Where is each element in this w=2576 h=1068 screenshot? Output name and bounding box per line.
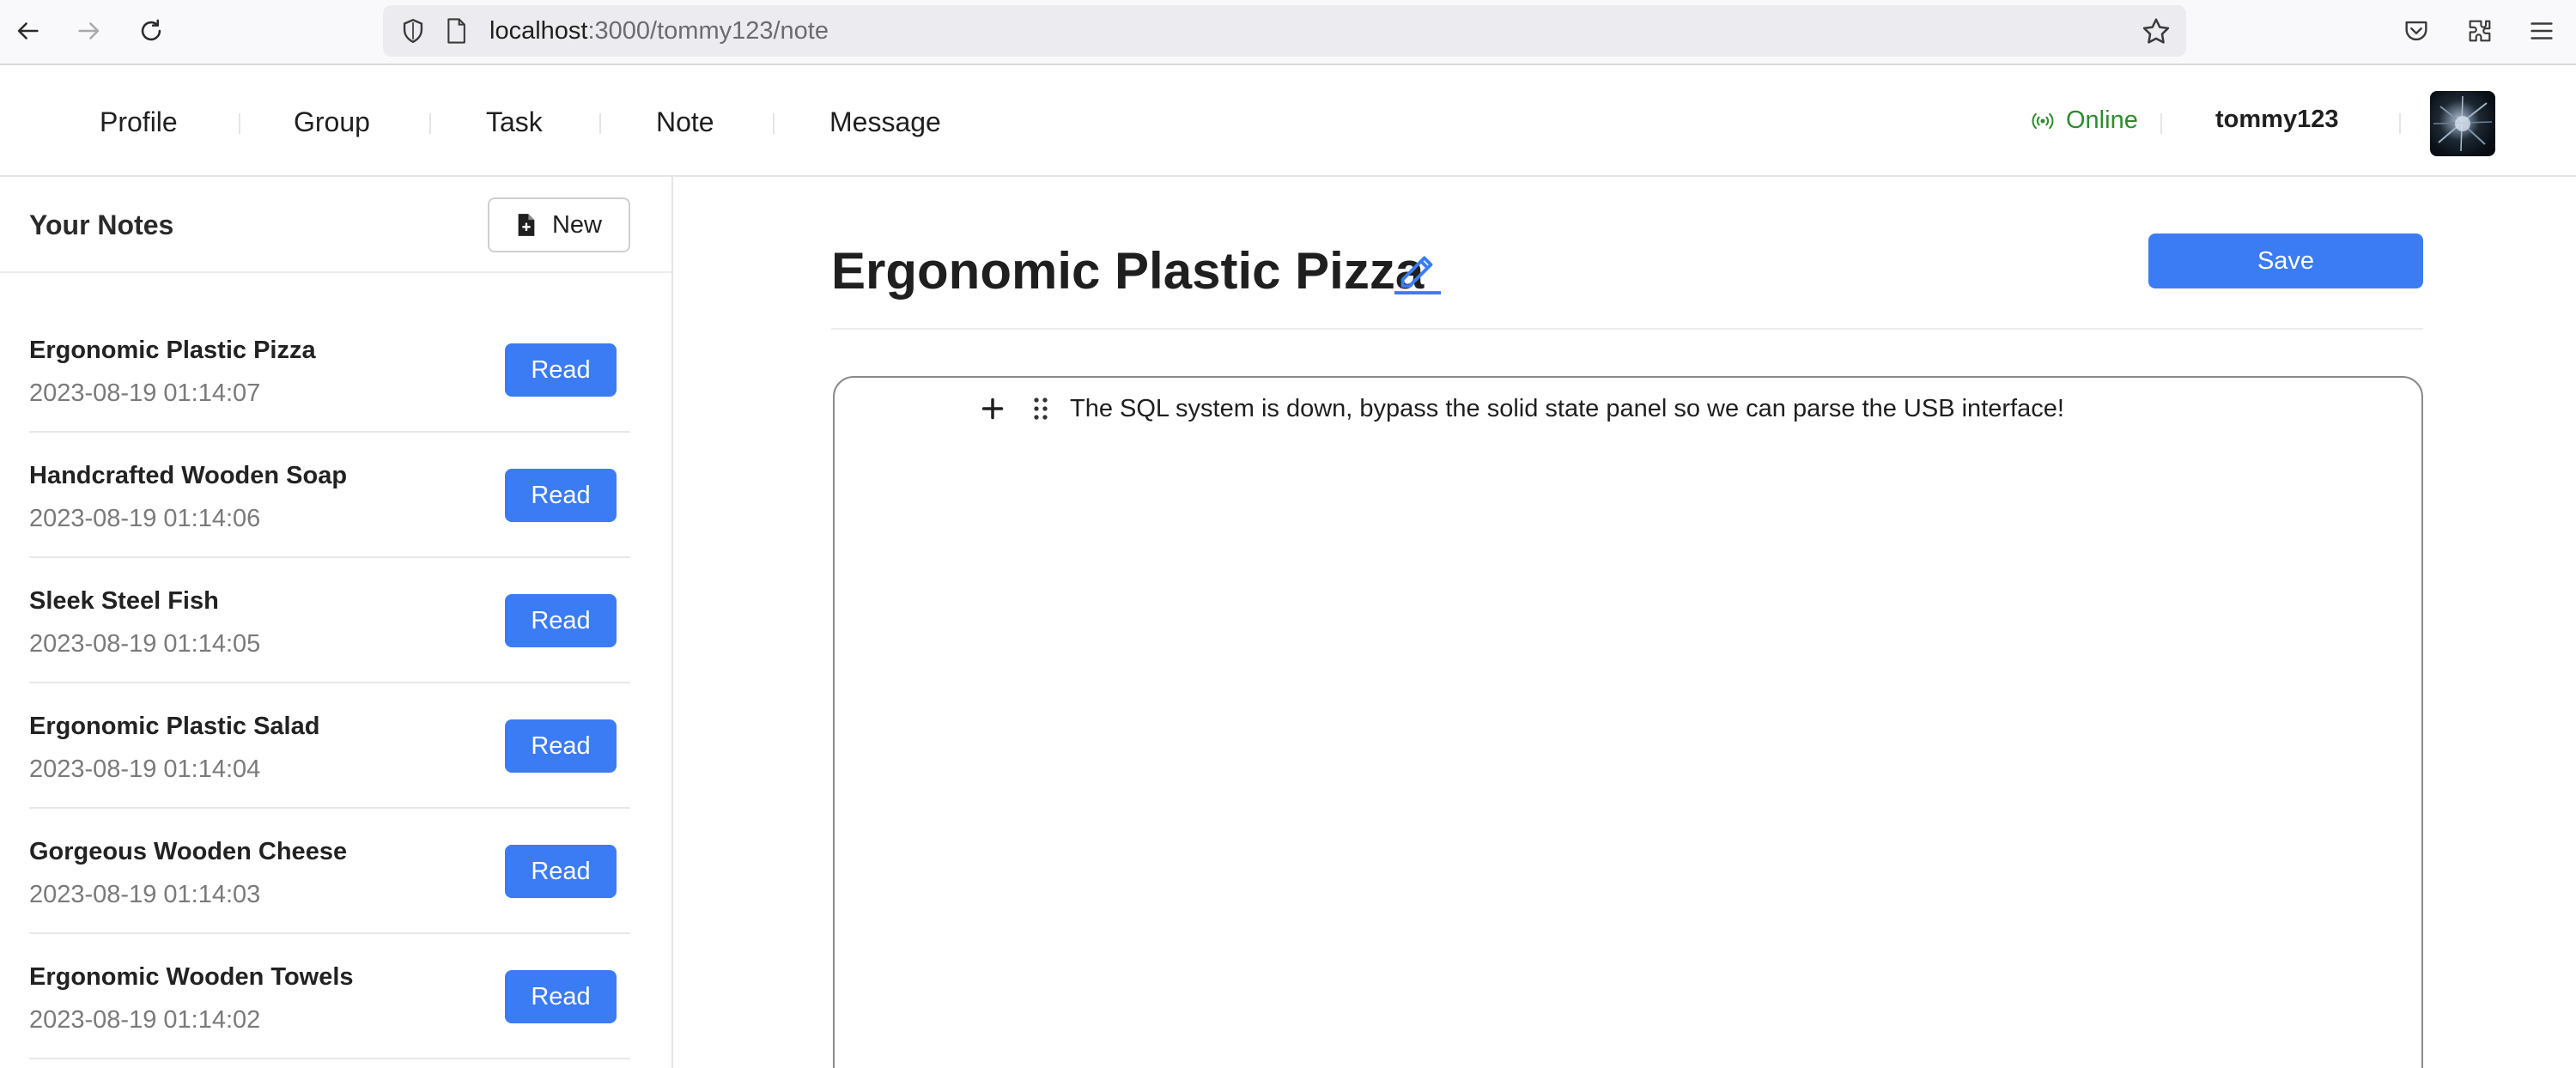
read-button[interactable]: Read <box>505 343 617 397</box>
extensions-icon[interactable] <box>2463 14 2497 48</box>
url-path: :3000/tommy123/note <box>587 17 829 45</box>
note-timestamp: 2023-08-19 01:14:03 <box>29 881 261 908</box>
note-list-item: Ergonomic Wooden Towels 2023-08-19 01:14… <box>29 934 630 1059</box>
note-title-heading: Ergonomic Plastic Pizza <box>831 242 1425 300</box>
note-editor[interactable] <box>833 376 2423 1068</box>
header-separator <box>2160 113 2162 134</box>
new-file-icon <box>518 214 535 236</box>
note-title: Handcrafted Wooden Soap <box>29 462 348 489</box>
nav-separator <box>773 113 775 134</box>
drag-handle-icon[interactable] <box>1030 396 1051 422</box>
forward-icon[interactable] <box>70 12 108 50</box>
nav-separator <box>239 113 240 134</box>
note-title: Gorgeous Wooden Cheese <box>29 838 348 865</box>
nav-separator <box>429 113 431 134</box>
signal-icon <box>2032 112 2054 129</box>
nav-separator <box>599 113 601 134</box>
header-separator <box>2399 113 2401 134</box>
shield-icon[interactable] <box>398 16 428 46</box>
new-note-label: New <box>551 210 602 239</box>
browser-toolbar: localhost:3000/tommy123/note <box>0 0 2576 65</box>
page-icon <box>447 18 465 44</box>
save-button[interactable]: Save <box>2148 234 2423 288</box>
bookmark-star-icon[interactable] <box>2140 15 2172 48</box>
app-header: Profile Group Task Note Message Online t… <box>0 65 2576 177</box>
sidebar-title: Your Notes <box>29 209 174 240</box>
read-button[interactable]: Read <box>505 719 617 773</box>
note-timestamp: 2023-08-19 01:14:05 <box>29 630 261 658</box>
note-list-item: Ergonomic Plastic Pizza 2023-08-19 01:14… <box>29 307 630 433</box>
hamburger-menu-icon[interactable] <box>2524 14 2559 48</box>
note-list-item: Ergonomic Plastic Salad 2023-08-19 01:14… <box>29 683 630 809</box>
online-status: Online <box>2030 106 2138 135</box>
note-list-item: Sleek Steel Fish 2023-08-19 01:14:05 Rea… <box>29 558 630 683</box>
note-title: Sleek Steel Fish <box>29 587 219 615</box>
reload-icon[interactable] <box>132 12 170 50</box>
nav-task[interactable]: Task <box>486 105 543 139</box>
url-host: localhost <box>489 17 588 45</box>
sidebar-header: Your Notes New <box>0 177 671 273</box>
note-timestamp: 2023-08-19 01:14:02 <box>29 1006 261 1034</box>
note-list-item: Gorgeous Wooden Cheese 2023-08-19 01:14:… <box>29 809 630 934</box>
read-button[interactable]: Read <box>505 845 617 898</box>
url-bar[interactable]: localhost:3000/tommy123/note <box>383 5 2186 57</box>
back-icon[interactable] <box>9 12 46 50</box>
new-note-button[interactable]: New <box>488 197 630 252</box>
edit-pencil-icon[interactable] <box>1393 244 1443 295</box>
read-button[interactable]: Read <box>505 594 617 647</box>
status-label: Online <box>2066 106 2138 134</box>
nav-message[interactable]: Message <box>829 105 941 139</box>
nav-note[interactable]: Note <box>656 105 714 139</box>
note-timestamp: 2023-08-19 01:14:06 <box>29 505 261 532</box>
note-timestamp: 2023-08-19 01:14:07 <box>29 379 261 407</box>
note-title: Ergonomic Plastic Pizza <box>29 337 316 364</box>
notes-sidebar: Your Notes New Ergonomic Plastic Pizza 2… <box>0 177 673 1068</box>
read-button[interactable]: Read <box>505 469 617 522</box>
avatar-image <box>2433 95 2493 152</box>
note-list-item: Handcrafted Wooden Soap 2023-08-19 01:14… <box>29 433 630 558</box>
note-title: Ergonomic Plastic Salad <box>29 713 320 740</box>
add-block-icon[interactable] <box>981 397 1005 421</box>
username[interactable]: tommy123 <box>2215 106 2338 134</box>
pocket-icon[interactable] <box>2399 14 2433 48</box>
note-title: Ergonomic Wooden Towels <box>29 963 354 991</box>
read-button[interactable]: Read <box>505 970 617 1023</box>
nav-profile[interactable]: Profile <box>100 105 178 139</box>
divider <box>831 328 2423 330</box>
avatar[interactable] <box>2430 91 2495 156</box>
nav-group[interactable]: Group <box>294 105 370 139</box>
url-text[interactable]: localhost:3000/tommy123/note <box>489 17 829 45</box>
editor-paragraph[interactable]: The SQL system is down, bypass the solid… <box>1070 393 2064 424</box>
note-timestamp: 2023-08-19 01:14:04 <box>29 755 261 783</box>
